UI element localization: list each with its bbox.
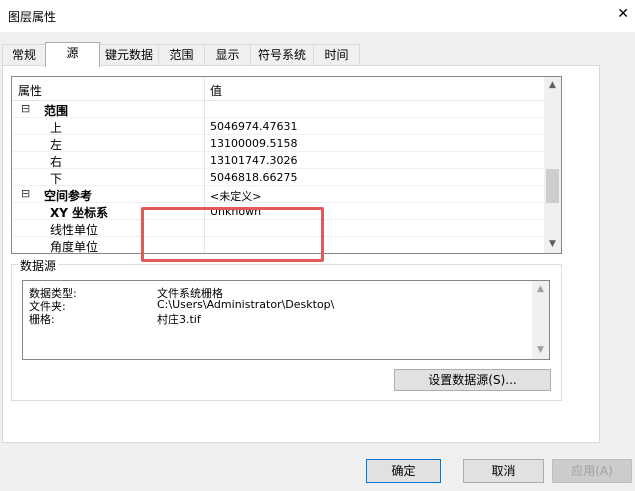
tab-source[interactable]: 源 (45, 42, 100, 67)
collapse-icon[interactable]: ⊟ (21, 187, 30, 200)
datasource-group: 数据源 数据类型: 文件系统栅格 文件夹: C:\Users\Administr… (11, 257, 562, 401)
tab-key-metadata[interactable]: 键元数据 (99, 44, 159, 66)
tab-time[interactable]: 时间 (313, 44, 360, 66)
grid-row-value: <未定义> (210, 190, 262, 203)
grid-row-right[interactable]: 右 13101747.3026 (12, 152, 545, 169)
grid-row-extent[interactable]: ⊟ 范围 (12, 101, 545, 118)
source-tab-panel: 属性 值 ⊟ 范围 上 5046974.47631 左 13100009.515… (2, 65, 600, 443)
grid-row-key: 空间参考 (44, 189, 93, 203)
header-property: 属性 (18, 84, 43, 98)
grid-row-value: 13101747.3026 (210, 154, 298, 167)
scroll-down-icon[interactable]: ▼ (532, 342, 549, 359)
grid-row-key: 范围 (44, 104, 69, 118)
grid-row-key: 上 (50, 121, 63, 135)
title-bar: 图层属性 ✕ (0, 0, 635, 32)
scroll-up-icon[interactable]: ▲ (544, 77, 561, 94)
grid-row-key: XY 坐标系 (50, 206, 109, 220)
grid-row-key: 线性单位 (50, 223, 99, 237)
grid-row-value: 5046974.47631 (210, 120, 298, 133)
scroll-up-icon[interactable]: ▲ (532, 281, 549, 298)
info-value: C:\Users\Administrator\Desktop\ (157, 298, 335, 311)
grid-row-value: 13100009.5158 (210, 137, 298, 150)
grid-row-value: 5046818.66275 (210, 171, 298, 184)
datasource-info-box[interactable]: 数据类型: 文件系统栅格 文件夹: C:\Users\Administrator… (22, 280, 550, 360)
scroll-down-icon[interactable]: ▼ (544, 236, 561, 253)
header-value: 值 (210, 84, 223, 98)
info-label: 栅格: (29, 313, 55, 326)
dialog-client: 常规 源 键元数据 范围 显示 符号系统 时间 属性 值 ⊟ 范围 上 5046… (0, 32, 635, 491)
apply-button[interactable]: 应用(A) (552, 459, 632, 483)
set-data-source-button[interactable]: 设置数据源(S)... (394, 369, 551, 391)
grid-scrollbar[interactable]: ▲ ▼ (544, 77, 561, 253)
info-scrollbar[interactable]: ▲ ▼ (532, 281, 549, 359)
grid-row-key: 右 (50, 155, 63, 169)
tab-extent[interactable]: 范围 (158, 44, 205, 66)
grid-header: 属性 值 (12, 77, 545, 101)
info-value: 村庄3.tif (157, 313, 201, 326)
grid-row-top[interactable]: 上 5046974.47631 (12, 118, 545, 135)
scroll-thumb[interactable] (546, 169, 559, 203)
grid-row-spatial-reference[interactable]: ⊟ 空间参考 <未定义> (12, 186, 545, 203)
grid-row-bottom[interactable]: 下 5046818.66275 (12, 169, 545, 186)
datasource-group-label: 数据源 (18, 257, 59, 274)
cancel-button[interactable]: 取消 (463, 459, 544, 483)
tab-general[interactable]: 常规 (2, 44, 46, 66)
collapse-icon[interactable]: ⊟ (21, 102, 30, 115)
red-highlight-box (141, 207, 324, 262)
tab-symbology[interactable]: 符号系统 (250, 44, 314, 66)
grid-row-key: 角度单位 (50, 240, 99, 254)
window-title: 图层属性 (8, 10, 57, 24)
close-icon[interactable]: ✕ (617, 6, 629, 22)
grid-row-key: 下 (50, 172, 63, 186)
grid-row-left[interactable]: 左 13100009.5158 (12, 135, 545, 152)
grid-row-key: 左 (50, 138, 63, 152)
ok-button[interactable]: 确定 (366, 459, 441, 483)
tab-display[interactable]: 显示 (204, 44, 251, 66)
